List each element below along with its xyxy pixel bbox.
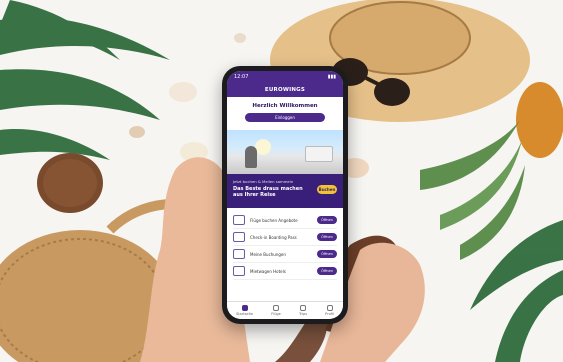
- promo-photo: [227, 130, 343, 174]
- welcome-title: Herzlich Willkommen: [252, 103, 318, 109]
- plane-icon: [273, 305, 280, 311]
- bottom-tab-bar: Startseite Flüge Trips Profil: [227, 301, 343, 319]
- tab-profile[interactable]: Profil: [325, 305, 334, 316]
- list-item-button[interactable]: Öffnen: [317, 267, 337, 275]
- app-title: EUROWINGS: [264, 87, 306, 93]
- status-time: 12:07: [234, 74, 249, 80]
- tab-trips[interactable]: Trips: [299, 305, 307, 316]
- palm-leaf-illustration: [0, 0, 170, 160]
- tab-flights[interactable]: Flüge: [271, 305, 281, 316]
- smartphone-device: 12:07 ▮▮▮ EUROWINGS Herzlich Willkommen …: [222, 66, 348, 324]
- service-icon: [233, 249, 245, 259]
- app-title-bar: EUROWINGS: [227, 83, 343, 97]
- tab-label: Flüge: [271, 312, 281, 316]
- service-icon: [233, 266, 245, 276]
- list-item[interactable]: Check-in Boarding Pass Öffnen: [233, 229, 337, 246]
- sun-graphic: [255, 139, 271, 155]
- user-icon: [326, 305, 333, 311]
- tab-label: Trips: [298, 312, 308, 316]
- briefcase-icon: [299, 305, 306, 311]
- home-icon: [241, 305, 248, 311]
- welcome-section: Herzlich Willkommen Einloggen: [227, 97, 343, 126]
- list-item[interactable]: Flüge buchen Angebote Öffnen: [233, 212, 337, 229]
- promo-cta-button[interactable]: Buchen: [317, 185, 337, 194]
- service-icon: [233, 215, 245, 225]
- coconut-illustration: [37, 153, 103, 213]
- tab-label: Profil: [325, 312, 334, 316]
- service-icon: [233, 232, 245, 242]
- list-item-button[interactable]: Öffnen: [317, 233, 337, 241]
- list-item-label: Check-in Boarding Pass: [250, 234, 297, 240]
- list-item-button[interactable]: Öffnen: [317, 216, 337, 224]
- list-item-button[interactable]: Öffnen: [317, 250, 337, 258]
- person-graphic: [245, 146, 257, 168]
- tab-home[interactable]: Startseite: [236, 305, 253, 316]
- login-button[interactable]: Einloggen: [245, 113, 325, 122]
- list-item-label: Mietwagen Hotels: [250, 268, 286, 274]
- tab-label: Startseite: [236, 312, 254, 316]
- list-item-label: Meine Buchungen: [250, 251, 286, 257]
- ship-graphic: [305, 146, 333, 162]
- promo-small-text: Jetzt buchen & Meilen sammeln: [233, 179, 294, 184]
- promo-headline: Das Beste draus machen aus Ihrer Reise: [233, 186, 303, 198]
- list-item[interactable]: Meine Buchungen Öffnen: [233, 246, 337, 263]
- status-icons: ▮▮▮: [327, 74, 336, 80]
- promo-banner[interactable]: Jetzt buchen & Meilen sammeln Das Beste …: [227, 174, 343, 208]
- phone-screen: 12:07 ▮▮▮ EUROWINGS Herzlich Willkommen …: [227, 71, 343, 319]
- status-bar: 12:07 ▮▮▮: [227, 71, 343, 83]
- list-item[interactable]: Mietwagen Hotels Öffnen: [233, 263, 337, 280]
- service-list: Flüge buchen Angebote Öffnen Check-in Bo…: [227, 208, 343, 280]
- list-item-label: Flüge buchen Angebote: [250, 217, 298, 223]
- product-photo-scene: 12:07 ▮▮▮ EUROWINGS Herzlich Willkommen …: [0, 0, 563, 362]
